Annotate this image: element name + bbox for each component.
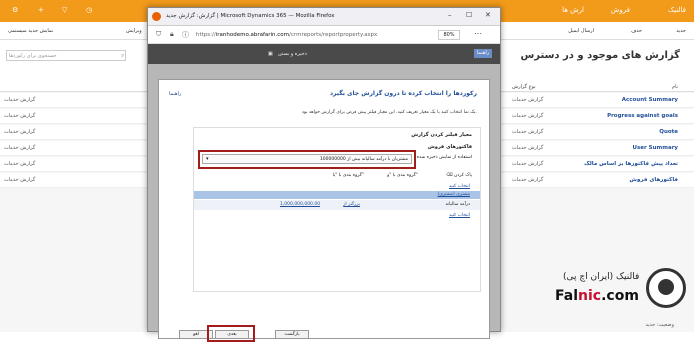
emblem-core xyxy=(658,279,674,295)
zoom-level[interactable]: 80% xyxy=(438,30,460,40)
related-entity-link[interactable]: مشتری (مشتری) xyxy=(437,192,470,197)
report-type-left: گزارش خدمات xyxy=(4,113,36,119)
report-name[interactable]: تعداد پیش فاکتورها بر اساس مالک xyxy=(584,161,678,167)
report-type-left: گزارش خدمات xyxy=(4,97,36,103)
back-button[interactable]: بازگشت xyxy=(275,330,309,339)
dialog-help-link[interactable]: راهنما xyxy=(169,91,181,97)
report-type: گزارش خدمات xyxy=(512,129,544,135)
filter-icon[interactable]: ▽ xyxy=(62,6,67,14)
send-email-button[interactable]: ارسال ایمیل xyxy=(568,28,594,34)
edit-button[interactable]: ویرایش xyxy=(126,28,142,34)
logo-wordmark: Falnic.com xyxy=(555,288,639,304)
info-icon[interactable]: ⓘ xyxy=(182,30,189,40)
url-domain: iranhodemo.abrafarin.com xyxy=(215,32,290,38)
condition-field[interactable]: درآمد سالیانه xyxy=(445,202,470,207)
group-or-button[interactable]: گروه بندی با "یا" xyxy=(333,173,364,178)
gear-icon[interactable]: ⚙ xyxy=(12,6,18,14)
condition-value[interactable]: 1,000,000,000.00 xyxy=(280,202,320,207)
firefox-window: گزارش: گزارش جدید | Microsoft Dynamics 3… xyxy=(147,7,501,342)
url-path: /crmreports/reportproperty.aspx xyxy=(289,32,378,38)
brand-label[interactable]: فالنیک xyxy=(668,6,686,14)
select-link[interactable]: انتخاب کنید xyxy=(449,184,470,189)
clear-button[interactable]: ⌫ پاک کردن xyxy=(446,173,472,178)
condition-operator[interactable]: بزرگتر از xyxy=(343,202,360,207)
col-type[interactable]: نوع گزارش xyxy=(512,84,536,90)
save-close-button[interactable]: ذخیره و بستن xyxy=(278,51,307,57)
search-input[interactable]: جستجوی برای رکوردها ⌕ xyxy=(6,50,126,61)
url-prefix: https:// xyxy=(196,32,216,38)
maximize-icon[interactable]: ☐ xyxy=(466,11,472,19)
crm-command-bar: ذخیره و بستن ▣ راهنما xyxy=(148,44,500,64)
dialog-title: رکوردها را انتخاب کرده تا درون گزارش جای… xyxy=(329,90,477,97)
page-title: گزارش های موجود و در دسترس xyxy=(520,50,680,61)
falnic-logo: فالنیک (ایران اچ پی) Falnic.com xyxy=(533,262,693,328)
window-titlebar: گزارش: گزارش جدید | Microsoft Dynamics 3… xyxy=(148,8,500,26)
url-field[interactable]: https://iranhodemo.abrafarin.com/crmrepo… xyxy=(196,32,377,38)
window-title: گزارش: گزارش جدید | Microsoft Dynamics 3… xyxy=(166,13,335,19)
highlight-next xyxy=(207,325,255,342)
minimize-icon[interactable]: – xyxy=(448,11,452,19)
search-placeholder: جستجوی برای رکوردها xyxy=(9,53,57,59)
dialog-description: یک نما انتخاب کنید یا یک معیار تعریف کنی… xyxy=(301,110,477,115)
report-type: گزارش خدمات xyxy=(512,145,544,151)
logo-part-c: .com xyxy=(601,288,639,304)
help-button[interactable]: راهنما xyxy=(474,49,492,58)
url-bar: ⛉ 🔒︎ ⓘ https://iranhodemo.abrafarin.com/… xyxy=(148,26,500,44)
report-type-left: گزارش خدمات xyxy=(4,145,36,151)
firefox-icon xyxy=(152,12,161,21)
logo-part-b: nic xyxy=(578,288,602,304)
shield-icon[interactable]: ⛉ xyxy=(156,30,161,39)
condition-row: درآمد سالیانه بزرگتر از 1,000,000,000.00 xyxy=(194,200,480,210)
add-icon[interactable]: + xyxy=(38,6,44,14)
menu-dots-icon[interactable]: ⋯ xyxy=(474,29,482,38)
report-type: گزارش خدمات xyxy=(512,97,544,103)
close-icon[interactable]: ✕ xyxy=(485,11,491,19)
highlight-saved-view xyxy=(198,150,416,169)
clear-label: پاک کردن xyxy=(453,173,472,178)
col-name[interactable]: نام xyxy=(672,84,678,90)
report-type: گزارش خدمات xyxy=(512,113,544,119)
logo-part-a: Fal xyxy=(555,288,578,304)
report-type-left: گزارش خدمات xyxy=(4,161,36,167)
entity-title: فاکتورهای فروش xyxy=(427,144,472,150)
report-wizard-dialog: رکوردها را انتخاب کرده تا درون گزارش جای… xyxy=(158,79,490,342)
filter-panel: معیار فیلتر کردن گزارش فاکتورهای فروش اس… xyxy=(193,127,481,292)
delete-button[interactable]: حذف xyxy=(631,28,642,34)
logo-tagline: فالنیک (ایران اچ پی) xyxy=(563,272,640,282)
report-type: گزارش خدمات xyxy=(512,177,544,183)
show-system-button[interactable]: نمایش جدید سیستمی xyxy=(8,28,53,34)
clock-icon[interactable]: ◷ xyxy=(86,6,92,14)
nav-sales[interactable]: فروش xyxy=(611,6,630,14)
save-icon[interactable]: ▣ xyxy=(268,51,273,57)
report-name[interactable]: Account Summary xyxy=(622,97,678,103)
falnic-emblem-icon xyxy=(646,268,686,308)
report-type-left: گزارش خدمات xyxy=(4,177,36,183)
report-name[interactable]: Progress against goals xyxy=(607,113,678,119)
report-name[interactable]: Quote xyxy=(659,129,678,135)
clear-icon: ⌫ xyxy=(446,173,454,178)
lock-icon[interactable]: 🔒︎ xyxy=(170,30,174,39)
report-type-left: گزارش خدمات xyxy=(4,129,36,135)
report-name[interactable]: فاکتورهای فروش xyxy=(629,177,678,183)
report-type: گزارش خدمات xyxy=(512,161,544,167)
use-saved-view-label: استفاده از نمایش ذخیره شده xyxy=(416,155,472,160)
group-and-button[interactable]: گروه بندی با "و" xyxy=(387,173,418,178)
page-overlay: ذخیره و بستن ▣ راهنما رکوردها را انتخاب … xyxy=(148,44,500,342)
select-link-2[interactable]: انتخاب کنید xyxy=(449,213,470,218)
new-button[interactable]: جدید xyxy=(676,28,686,34)
filter-section-title: معیار فیلتر کردن گزارش xyxy=(411,132,472,138)
search-icon[interactable]: ⌕ xyxy=(121,52,124,60)
nav-reports[interactable]: ارش ها xyxy=(562,6,584,14)
report-name[interactable]: User Summary xyxy=(633,145,678,151)
